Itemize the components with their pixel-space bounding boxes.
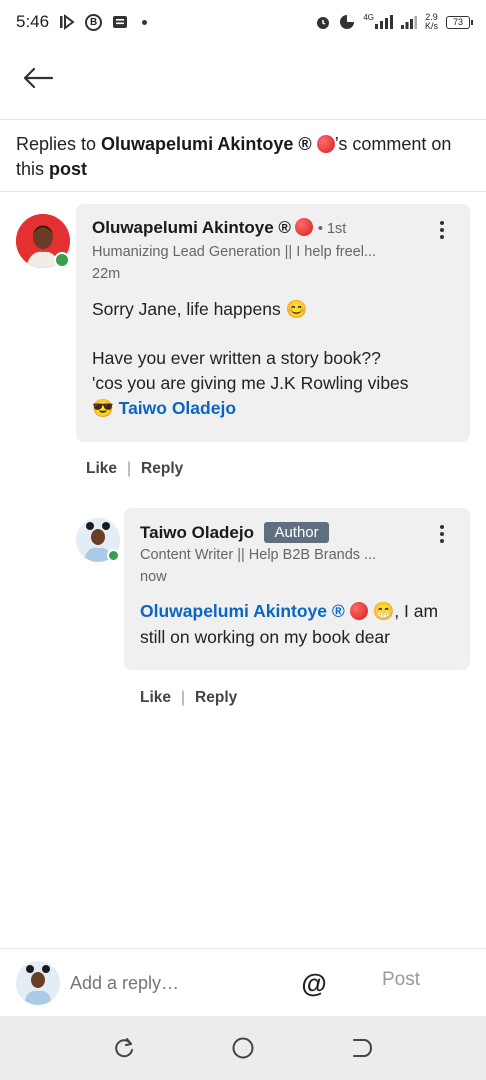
comment-text-line3: 'cos you are giving me J.K Rowling vibes bbox=[92, 373, 409, 393]
status-bar: 5:46 B 4G 2.9 K/s 73 bbox=[0, 0, 486, 44]
notification-dot-icon bbox=[142, 19, 148, 25]
net-speed: 2.9 K/s bbox=[425, 13, 438, 31]
reply-bar: @ Post bbox=[0, 948, 486, 1016]
action-divider: | bbox=[181, 689, 186, 706]
arrow-left-icon bbox=[23, 67, 54, 94]
at-icon: @ bbox=[301, 967, 327, 998]
post-button[interactable]: Post bbox=[382, 969, 420, 991]
connection-degree: • 1st bbox=[317, 221, 347, 237]
comment-headline: Humanizing Lead Generation || I help fre… bbox=[92, 244, 377, 260]
sunglasses-emoji-icon: 😎 bbox=[92, 398, 114, 418]
top-nav bbox=[0, 44, 486, 120]
reply-time: now bbox=[140, 569, 167, 585]
reply-bubble: Taiwo Oladejo Author Content Writer || H… bbox=[124, 508, 470, 670]
reply-headline: Content Writer || Help B2B Brands ... bbox=[140, 547, 377, 563]
reply-button[interactable]: Reply bbox=[195, 689, 237, 707]
reply-author-name[interactable]: Taiwo Oladejo bbox=[140, 523, 254, 542]
online-status-dot bbox=[107, 549, 120, 562]
b-circle-icon: B bbox=[85, 13, 103, 31]
data-usage-icon bbox=[339, 14, 355, 30]
reply-button[interactable]: Reply bbox=[141, 460, 183, 478]
comment-author-line: Oluwapelumi Akintoye ® • 1st bbox=[92, 218, 346, 238]
avatar bbox=[16, 961, 60, 1005]
message-icon bbox=[112, 15, 128, 29]
back-curve-icon bbox=[353, 1039, 372, 1057]
replies-header: Replies to Oluwapelumi Akintoye ® ’s com… bbox=[0, 120, 486, 192]
recents-button[interactable] bbox=[112, 1036, 136, 1060]
post-link[interactable]: post bbox=[49, 159, 87, 179]
replies-prefix: Replies to bbox=[16, 134, 102, 154]
mention-link[interactable]: Taiwo Oladejo bbox=[119, 398, 236, 418]
comment-text-line1: Sorry Jane, life happens 😊 bbox=[92, 299, 308, 319]
comment-bubble: Oluwapelumi Akintoye ® • 1st Humanizing … bbox=[76, 204, 470, 442]
home-circle-icon bbox=[232, 1037, 254, 1059]
comment-text-line4: 😎 Taiwo Oladejo bbox=[92, 396, 236, 421]
mention-button[interactable]: @ bbox=[298, 967, 330, 999]
battery-level: 73 bbox=[452, 17, 463, 27]
network-type-label: 4G bbox=[363, 12, 374, 22]
home-button[interactable] bbox=[231, 1036, 255, 1060]
comment-time: 22m bbox=[92, 266, 121, 282]
signal-4g-icon: 4G bbox=[363, 12, 393, 29]
reply-text-after-mention: 😁, I am bbox=[367, 601, 439, 621]
play-pause-icon bbox=[59, 14, 75, 30]
like-button[interactable]: Like bbox=[86, 460, 117, 478]
reply-text-line1: Oluwapelumi Akintoye ® 😁, I am bbox=[140, 599, 438, 624]
alarm-icon bbox=[315, 14, 331, 30]
profile-photo-icon bbox=[16, 961, 60, 1005]
back-button[interactable] bbox=[20, 62, 56, 98]
action-divider: | bbox=[127, 460, 132, 477]
reply-actions: Like | Reply bbox=[140, 689, 237, 707]
net-speed-unit: K/s bbox=[424, 21, 438, 31]
mention-link[interactable]: Oluwapelumi Akintoye ® bbox=[140, 601, 345, 621]
more-options-button[interactable] bbox=[434, 522, 450, 546]
reply-author-line: Taiwo Oladejo Author bbox=[140, 522, 329, 543]
comment-actions: Like | Reply bbox=[86, 460, 183, 478]
signal-bars-icon bbox=[400, 15, 417, 29]
red-circle-emoji-icon bbox=[295, 218, 314, 236]
comment-text-line2: Have you ever written a story book?? bbox=[92, 348, 381, 368]
system-nav-bar bbox=[0, 1016, 486, 1080]
red-circle-emoji-icon bbox=[316, 135, 335, 153]
recents-icon bbox=[115, 1038, 133, 1058]
status-time: 5:46 bbox=[16, 12, 50, 31]
online-status-dot bbox=[54, 252, 70, 268]
replies-author-name[interactable]: Oluwapelumi Akintoye ® bbox=[101, 134, 312, 154]
author-badge: Author bbox=[264, 522, 329, 543]
reply-input[interactable] bbox=[70, 969, 280, 997]
red-circle-emoji-icon bbox=[349, 602, 368, 620]
like-button[interactable]: Like bbox=[140, 689, 171, 707]
reply-text-line2: still on working on my book dear bbox=[140, 627, 390, 647]
comment-author-name[interactable]: Oluwapelumi Akintoye ® bbox=[92, 218, 291, 237]
more-options-button[interactable] bbox=[434, 218, 450, 242]
back-nav-button[interactable] bbox=[350, 1036, 374, 1060]
battery-icon: 73 bbox=[446, 15, 473, 29]
